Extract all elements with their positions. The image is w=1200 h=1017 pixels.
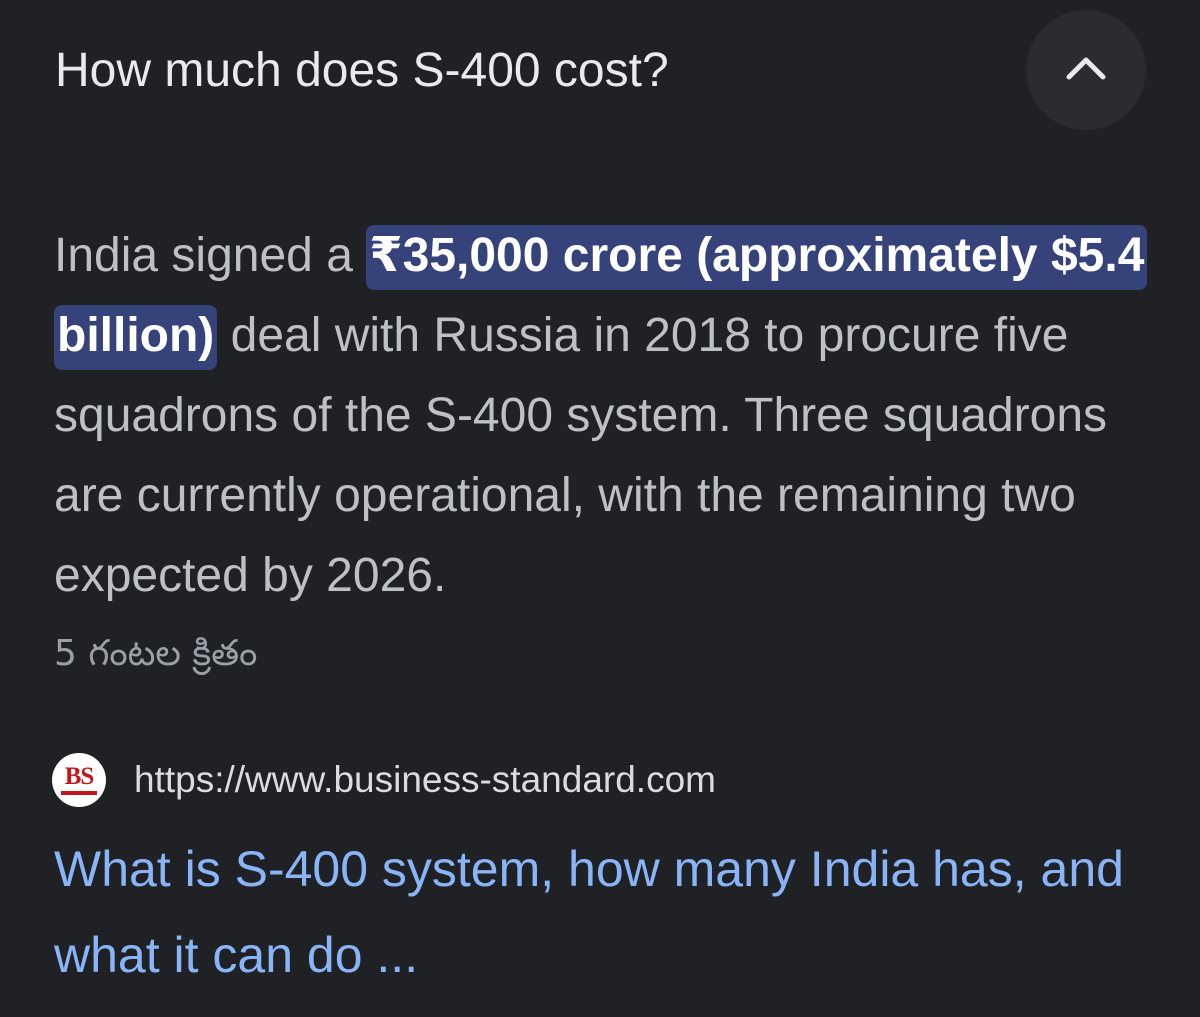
result-title-link[interactable]: What is S-400 system, how many India has… (54, 826, 1154, 998)
collapse-button[interactable] (1026, 10, 1146, 130)
business-standard-favicon-icon: BS (52, 753, 106, 807)
answer-prefix: India signed a (54, 229, 367, 282)
answer-snippet: India signed a ₹35,000 crore (approximat… (54, 216, 1164, 616)
source-url[interactable]: https://www.business-standard.com (134, 759, 716, 801)
favicon-underline (61, 791, 97, 795)
faq-question-title[interactable]: How much does S-400 cost? (55, 40, 669, 102)
source-row[interactable]: BS https://www.business-standard.com (52, 752, 716, 808)
favicon-label: BS (64, 763, 95, 790)
faq-question-row[interactable]: How much does S-400 cost? (55, 0, 1146, 140)
answer-timestamp: 5 గంటల క్రితం (54, 633, 258, 674)
chevron-up-icon (1065, 55, 1107, 86)
